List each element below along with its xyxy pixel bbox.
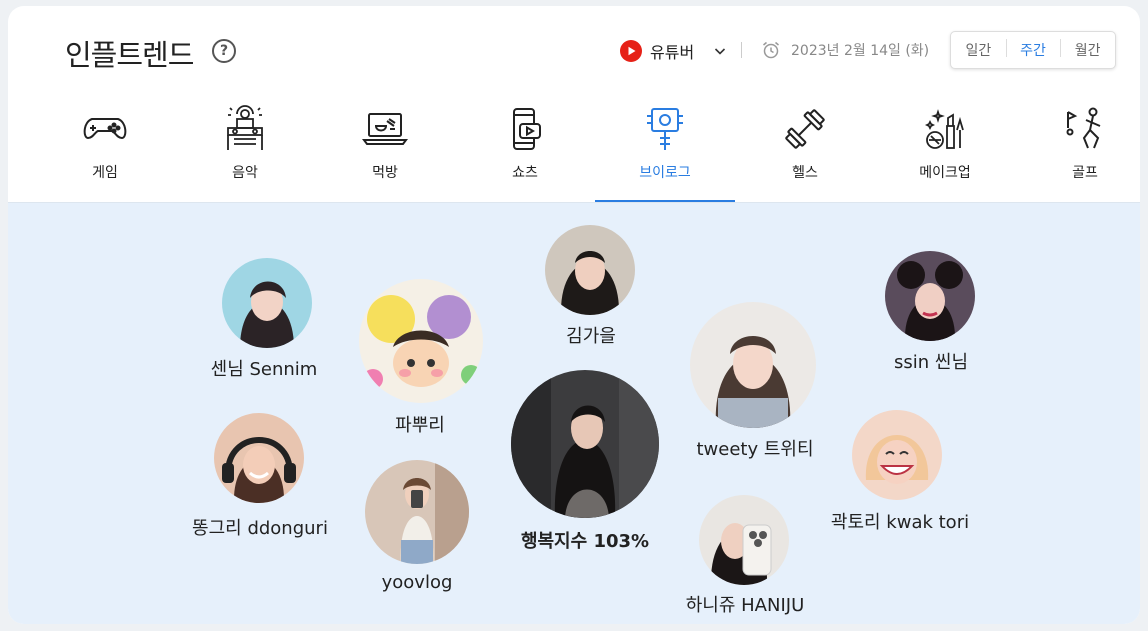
category-tabs: 게임 음악 먹방 쇼츠 브이로그 헬스 메이크업 골프 (35, 98, 1140, 202)
tab-game-label: 게임 (92, 165, 118, 181)
tab-vlog-label: 브이로그 (639, 165, 691, 181)
tab-golf[interactable]: 골프 (1015, 98, 1140, 202)
influencer-name: 행복지수 103% (520, 531, 650, 552)
avatar (545, 225, 635, 315)
youtube-icon (620, 40, 642, 62)
avatar (511, 370, 659, 518)
period-weekly-button[interactable]: 주간 (1005, 39, 1061, 60)
avatar (365, 460, 469, 564)
influencer-name: 곽토리 kwak tori (830, 512, 970, 533)
avatar (699, 495, 789, 585)
influencer-name: 김가을 (566, 326, 616, 347)
tab-golf-label: 골프 (1072, 165, 1098, 181)
tab-health-label: 헬스 (792, 165, 818, 181)
tab-music[interactable]: 음악 (175, 98, 315, 202)
influencer-name: tweety 트위티 (696, 439, 814, 460)
avatar (214, 413, 304, 503)
influencer-name: 똥그리 ddonguri (192, 518, 328, 539)
golf-icon (1066, 107, 1101, 149)
makeup-icon (924, 109, 964, 149)
avatar (359, 279, 483, 403)
platform-dropdown[interactable]: 유튜버 (620, 39, 726, 63)
tab-makeup[interactable]: 메이크업 (875, 98, 1015, 202)
platform-label: 유튜버 (650, 43, 695, 62)
date-text: 2023년 2월 14일 (화) (791, 43, 930, 59)
header-divider (741, 42, 742, 58)
tab-music-label: 음악 (232, 165, 258, 181)
avatar (885, 251, 975, 341)
tab-mukbang-label: 먹방 (372, 165, 398, 181)
influencer-name: ssin 씬님 (893, 352, 969, 373)
tab-vlog[interactable]: 브이로그 (595, 98, 735, 202)
period-daily-button[interactable]: 일간 (951, 40, 1006, 60)
tab-game[interactable]: 게임 (35, 98, 175, 202)
period-monthly-button[interactable]: 월간 (1060, 39, 1115, 60)
tab-makeup-label: 메이크업 (919, 165, 971, 181)
dj-icon (227, 105, 263, 150)
page-title: 인플트렌드 (65, 38, 194, 72)
gamepad-icon (83, 118, 127, 140)
dumbbell-icon (785, 109, 825, 149)
influencer-name: 하니쥬 HANIJU (685, 595, 805, 616)
avatar (222, 258, 312, 348)
trend-card: 인플트렌드 ? 유튜버 2023년 2월 14일 (화) 일간 주간 월간 게임… (8, 6, 1140, 624)
chevron-down-icon (715, 48, 726, 55)
influencer-name: 센님 Sennim (210, 359, 318, 380)
influencer-name: yoovlog (381, 572, 453, 593)
avatar (690, 302, 816, 428)
help-icon[interactable]: ? (212, 39, 236, 63)
alarm-clock-icon (763, 41, 779, 59)
influencer-name: 파뿌리 (395, 415, 445, 436)
tab-health[interactable]: 헬스 (735, 98, 875, 202)
period-toggle: 일간 주간 월간 (950, 31, 1116, 69)
influencer-bubble-cloud: 센님 Sennim 파뿌리 김가을 tweety 트위티 ssin 씬님 똥그리… (8, 202, 1140, 624)
tab-mukbang[interactable]: 먹방 (315, 98, 455, 202)
avatar (852, 410, 942, 500)
laptop-food-icon (362, 113, 408, 145)
tab-shorts[interactable]: 쇼츠 (455, 98, 595, 202)
phone-video-icon (513, 108, 541, 150)
date-display: 2023년 2월 14일 (화) (761, 40, 929, 60)
selfie-stick-icon (647, 108, 683, 150)
tab-shorts-label: 쇼츠 (512, 165, 538, 181)
